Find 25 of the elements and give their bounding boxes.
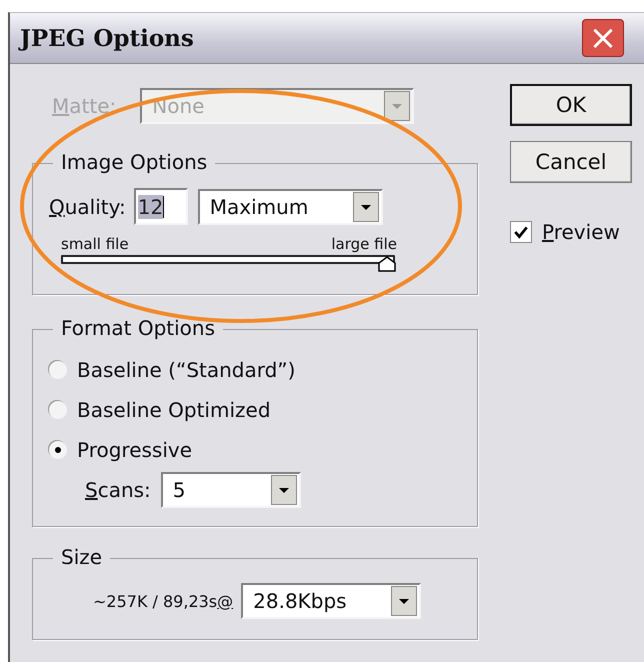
speed-dropdown[interactable]: 28.8Kbps	[241, 583, 422, 619]
scans-dropdown[interactable]: 5	[160, 472, 301, 508]
slider-max-label: large file	[331, 235, 397, 253]
matte-label: Matte:	[52, 94, 116, 118]
quality-label: Quality:	[49, 194, 126, 218]
preview-checkbox[interactable]	[510, 221, 532, 243]
radio-button[interactable]	[49, 441, 67, 459]
preview-label: Preview	[542, 220, 620, 244]
scans-label: Scans:	[85, 478, 151, 502]
close-button[interactable]: ×	[582, 19, 624, 57]
quality-preset-dropdown[interactable]: Maximum	[198, 188, 383, 224]
dialog-button[interactable]: OK	[510, 84, 632, 126]
slider-thumb[interactable]	[378, 256, 396, 272]
dialog-button[interactable]: Cancel	[510, 141, 632, 183]
slider-min-label: small file	[61, 235, 129, 253]
radio-button[interactable]	[49, 401, 67, 419]
radio-label: Baseline Optimized	[77, 398, 271, 422]
checkmark-icon	[513, 224, 529, 240]
quality-field[interactable]: 12	[134, 188, 188, 225]
window-title: JPEG Options	[20, 24, 194, 52]
size-estimate: ~257K / 89,23s@	[93, 592, 234, 610]
radio-label: Baseline (“Standard”)	[77, 358, 296, 382]
quality-slider[interactable]	[61, 255, 395, 272]
radio-label: Progressive	[77, 438, 192, 462]
radio-button[interactable]	[49, 361, 67, 379]
